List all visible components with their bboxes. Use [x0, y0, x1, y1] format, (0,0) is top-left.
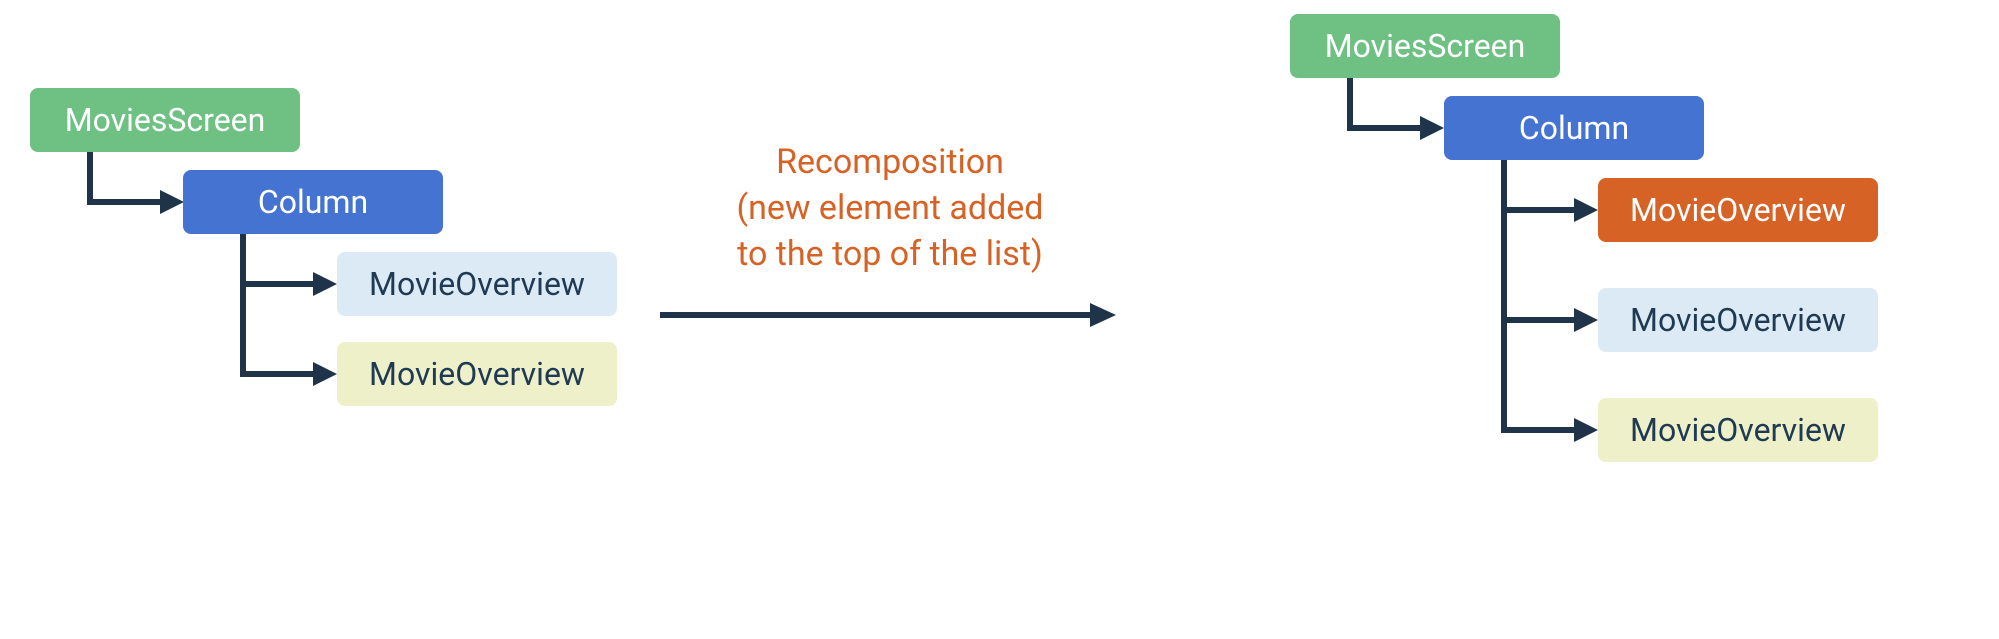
caption-line3: to the top of the list): [660, 232, 1120, 278]
left-item-1-label: MovieOverview: [369, 265, 585, 303]
left-root-moviesscreen: MoviesScreen: [30, 88, 300, 152]
left-item-1: MovieOverview: [337, 252, 617, 316]
right-item-2: MovieOverview: [1598, 288, 1878, 352]
left-root-label: MoviesScreen: [65, 101, 266, 139]
left-column-to-item2-connector: [243, 234, 333, 404]
right-column-to-item2-connector: [1504, 160, 1594, 350]
right-column-to-item3-connector: [1504, 160, 1594, 460]
caption-line2: (new element added: [660, 186, 1120, 232]
left-root-to-column-connector: [90, 152, 180, 232]
left-column-node: Column: [183, 170, 443, 234]
right-item-3-label: MovieOverview: [1630, 411, 1846, 449]
right-item-1-new: MovieOverview: [1598, 178, 1878, 242]
left-item-2-label: MovieOverview: [369, 355, 585, 393]
right-column-to-item1-connector: [1504, 160, 1594, 240]
recomposition-caption: Recomposition (new element added to the …: [660, 140, 1120, 278]
right-root-label: MoviesScreen: [1325, 27, 1526, 65]
right-item-2-label: MovieOverview: [1630, 301, 1846, 339]
right-column-node: Column: [1444, 96, 1704, 160]
right-item-1-label: MovieOverview: [1630, 191, 1846, 229]
recomposition-arrow: [660, 300, 1120, 330]
right-root-to-column-connector: [1350, 78, 1440, 158]
left-column-label: Column: [258, 183, 368, 221]
right-root-moviesscreen: MoviesScreen: [1290, 14, 1560, 78]
right-column-label: Column: [1519, 109, 1629, 147]
caption-line1: Recomposition: [660, 140, 1120, 186]
right-item-3: MovieOverview: [1598, 398, 1878, 462]
left-column-to-item1-connector: [243, 234, 333, 314]
left-item-2: MovieOverview: [337, 342, 617, 406]
